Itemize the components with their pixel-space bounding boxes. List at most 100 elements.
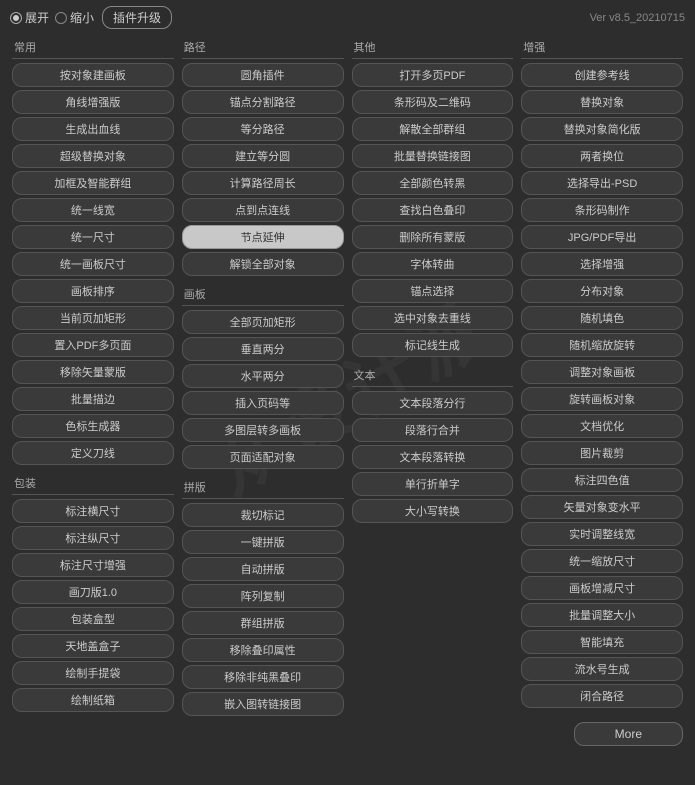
btn-统一尺寸[interactable]: 统一尺寸: [12, 225, 174, 249]
btn-画板增减尺寸[interactable]: 画板增减尺寸: [521, 576, 683, 600]
text-section: 文本 文本段落分行 段落行合并 文本段落转换 单行折单字 大小写转换: [352, 363, 514, 523]
btn-一键拼版[interactable]: 一键拼版: [182, 530, 344, 554]
btn-标注横尺寸[interactable]: 标注横尺寸: [12, 499, 174, 523]
btn-文本段落转换[interactable]: 文本段落转换: [352, 445, 514, 469]
btn-解散全部群组[interactable]: 解散全部群组: [352, 117, 514, 141]
btn-插入页码等[interactable]: 插入页码等: [182, 391, 344, 415]
btn-随机填色[interactable]: 随机填色: [521, 306, 683, 330]
expand-radio[interactable]: 展开: [10, 9, 49, 26]
btn-天地盖盒子[interactable]: 天地盖盒子: [12, 634, 174, 658]
btn-点到点连线[interactable]: 点到点连线: [182, 198, 344, 222]
btn-选择导出PSD[interactable]: 选择导出-PSD: [521, 171, 683, 195]
btn-流水号生成[interactable]: 流水号生成: [521, 657, 683, 681]
btn-垂直两分[interactable]: 垂直两分: [182, 337, 344, 361]
btn-生成出血线[interactable]: 生成出血线: [12, 117, 174, 141]
btn-色标生成器[interactable]: 色标生成器: [12, 414, 174, 438]
btn-文本段落分行[interactable]: 文本段落分行: [352, 391, 514, 415]
btn-绘制纸箱[interactable]: 绘制纸箱: [12, 688, 174, 712]
btn-JPG-PDF导出[interactable]: JPG/PDF导出: [521, 225, 683, 249]
path-section-title: 路径: [182, 35, 344, 59]
collapse-radio[interactable]: 缩小: [55, 9, 94, 26]
btn-画刀版1[interactable]: 画刀版1.0: [12, 580, 174, 604]
btn-旋转画板对象[interactable]: 旋转画板对象: [521, 387, 683, 411]
btn-置入PDF多页面[interactable]: 置入PDF多页面: [12, 333, 174, 357]
btn-标注纵尺寸[interactable]: 标注纵尺寸: [12, 526, 174, 550]
btn-全部页加矩形[interactable]: 全部页加矩形: [182, 310, 344, 334]
other-section-title: 其他: [352, 35, 514, 59]
btn-创建参考线[interactable]: 创建参考线: [521, 63, 683, 87]
enhance-btn-list: 创建参考线 替换对象 替换对象简化版 两者换位 选择导出-PSD 条形码制作 J…: [521, 63, 683, 708]
btn-等分路径[interactable]: 等分路径: [182, 117, 344, 141]
btn-矢量对象变水平[interactable]: 矢量对象变水平: [521, 495, 683, 519]
expand-radio-circle: [10, 12, 22, 24]
btn-节点延伸[interactable]: 节点延伸: [182, 225, 344, 249]
btn-画板排序[interactable]: 画板排序: [12, 279, 174, 303]
btn-页面适配对象[interactable]: 页面适配对象: [182, 445, 344, 469]
btn-段落行合并[interactable]: 段落行合并: [352, 418, 514, 442]
text-btn-list: 文本段落分行 段落行合并 文本段落转换 单行折单字 大小写转换: [352, 391, 514, 523]
btn-条形码及二维码[interactable]: 条形码及二维码: [352, 90, 514, 114]
btn-打开多页PDF[interactable]: 打开多页PDF: [352, 63, 514, 87]
btn-智能填充[interactable]: 智能填充: [521, 630, 683, 654]
btn-锚点分割路径[interactable]: 锚点分割路径: [182, 90, 344, 114]
btn-定义刀线[interactable]: 定义刀线: [12, 441, 174, 465]
btn-超级替换对象[interactable]: 超级替换对象: [12, 144, 174, 168]
btn-移除叠印属性[interactable]: 移除叠印属性: [182, 638, 344, 662]
btn-统一缩放尺寸[interactable]: 统一缩放尺寸: [521, 549, 683, 573]
btn-图片裁剪[interactable]: 图片裁剪: [521, 441, 683, 465]
btn-单行折单字[interactable]: 单行折单字: [352, 472, 514, 496]
btn-大小写转换[interactable]: 大小写转换: [352, 499, 514, 523]
btn-选择增强[interactable]: 选择增强: [521, 252, 683, 276]
btn-文档优化[interactable]: 文档优化: [521, 414, 683, 438]
btn-标注四色值[interactable]: 标注四色值: [521, 468, 683, 492]
btn-替换对象简化版[interactable]: 替换对象简化版: [521, 117, 683, 141]
btn-统一画板尺寸[interactable]: 统一画板尺寸: [12, 252, 174, 276]
btn-水平两分[interactable]: 水平两分: [182, 364, 344, 388]
btn-包装盒型[interactable]: 包装盒型: [12, 607, 174, 631]
btn-批量替换链接图[interactable]: 批量替换链接图: [352, 144, 514, 168]
btn-角线增强版[interactable]: 角线增强版: [12, 90, 174, 114]
btn-阵列复制[interactable]: 阵列复制: [182, 584, 344, 608]
btn-实时调整线宽[interactable]: 实时调整线宽: [521, 522, 683, 546]
btn-标记线生成[interactable]: 标记线生成: [352, 333, 514, 357]
btn-调整对象画板[interactable]: 调整对象画板: [521, 360, 683, 384]
btn-条形码制作[interactable]: 条形码制作: [521, 198, 683, 222]
btn-全部颜色转黑[interactable]: 全部颜色转黑: [352, 171, 514, 195]
btn-计算路径周长[interactable]: 计算路径周长: [182, 171, 344, 195]
btn-群组拼版[interactable]: 群组拼版: [182, 611, 344, 635]
btn-分布对象[interactable]: 分布对象: [521, 279, 683, 303]
collapse-label: 缩小: [70, 9, 94, 26]
btn-两者换位[interactable]: 两者换位: [521, 144, 683, 168]
btn-当前页加矩形[interactable]: 当前页加矩形: [12, 306, 174, 330]
btn-随机缩放旋转[interactable]: 随机缩放旋转: [521, 333, 683, 357]
btn-选中对象去重线[interactable]: 选中对象去重线: [352, 306, 514, 330]
btn-删除所有蒙版[interactable]: 删除所有蒙版: [352, 225, 514, 249]
btn-自动拼版[interactable]: 自动拼版: [182, 557, 344, 581]
btn-裁切标记[interactable]: 裁切标记: [182, 503, 344, 527]
btn-替换对象[interactable]: 替换对象: [521, 90, 683, 114]
btn-绘制手提袋[interactable]: 绘制手提袋: [12, 661, 174, 685]
btn-解锁全部对象[interactable]: 解锁全部对象: [182, 252, 344, 276]
btn-嵌入图转链接图[interactable]: 嵌入图转链接图: [182, 692, 344, 716]
btn-移除非纯黑叠印[interactable]: 移除非纯黑叠印: [182, 665, 344, 689]
enhance-section-title: 增强: [521, 35, 683, 59]
btn-批量调整大小[interactable]: 批量调整大小: [521, 603, 683, 627]
more-button[interactable]: More: [574, 722, 683, 746]
btn-加框及智能群组[interactable]: 加框及智能群组: [12, 171, 174, 195]
btn-圆角插件[interactable]: 圆角插件: [182, 63, 344, 87]
btn-移除矢量蒙版[interactable]: 移除矢量蒙版: [12, 360, 174, 384]
btn-字体转曲[interactable]: 字体转曲: [352, 252, 514, 276]
btn-查找白色叠印[interactable]: 查找白色叠印: [352, 198, 514, 222]
btn-锚点选择[interactable]: 锚点选择: [352, 279, 514, 303]
upgrade-button[interactable]: 插件升级: [102, 6, 172, 29]
btn-批量描边[interactable]: 批量描边: [12, 387, 174, 411]
btn-标注尺寸增强[interactable]: 标注尺寸增强: [12, 553, 174, 577]
btn-多图层转多画板[interactable]: 多图层转多画板: [182, 418, 344, 442]
btn-闭合路径[interactable]: 闭合路径: [521, 684, 683, 708]
btn-建立等分圆[interactable]: 建立等分圆: [182, 144, 344, 168]
btn-统一线宽[interactable]: 统一线宽: [12, 198, 174, 222]
package-section-title: 包装: [12, 471, 174, 495]
layout-btn-list: 裁切标记 一键拼版 自动拼版 阵列复制 群组拼版 移除叠印属性 移除非纯黑叠印 …: [182, 503, 344, 716]
btn-按对象建画板[interactable]: 按对象建画板: [12, 63, 174, 87]
column-4: 增强 创建参考线 替换对象 替换对象简化版 两者换位 选择导出-PSD 条形码制…: [517, 35, 687, 716]
